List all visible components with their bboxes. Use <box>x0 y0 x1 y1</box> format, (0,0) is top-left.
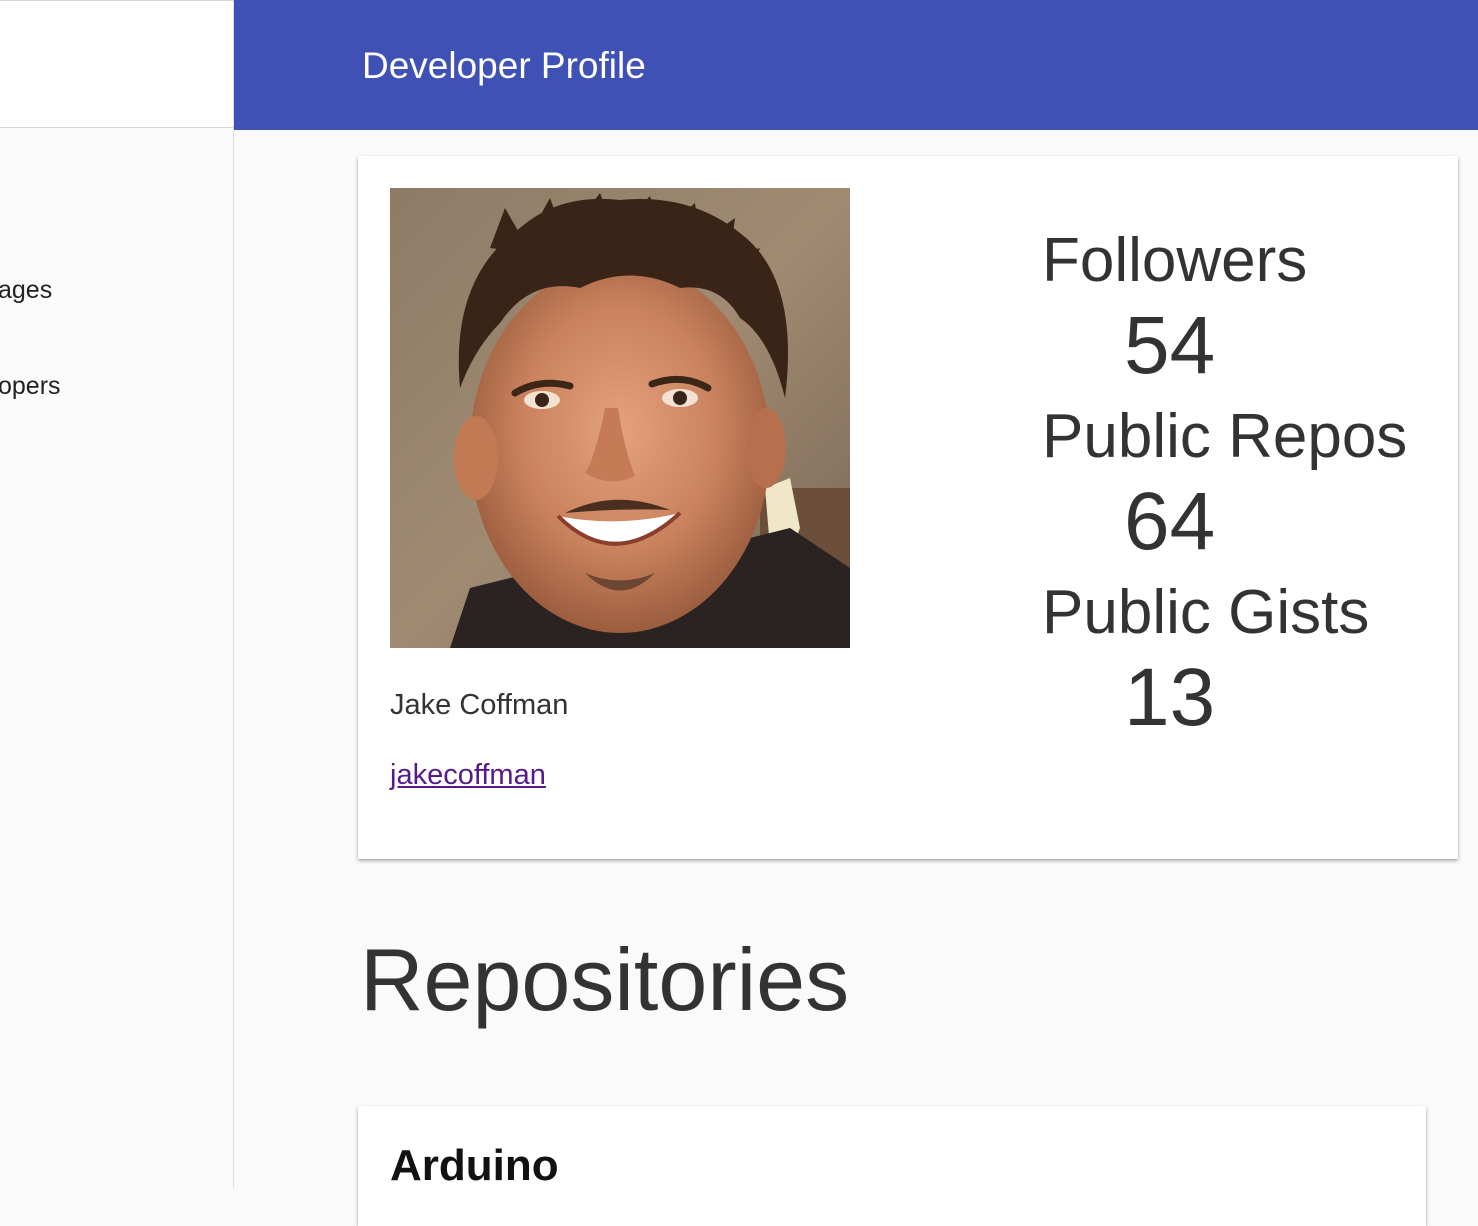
avatar <box>390 188 850 648</box>
sidebar-item-developers[interactable]: opers <box>0 372 61 401</box>
page-title: Developer Profile <box>362 45 646 86</box>
profile-card: Jake Coffman jakecoffman Followers 54 Pu… <box>358 156 1458 859</box>
stat-followers-label: Followers <box>1042 226 1308 295</box>
sidebar-item-packages[interactable]: ages <box>0 276 52 305</box>
developer-login-link[interactable]: jakecoffman <box>390 759 546 792</box>
stat-public-gists-value: 13 <box>1124 652 1216 743</box>
stat-public-repos-label: Public Repos <box>1042 402 1408 471</box>
repo-card[interactable]: Arduino <box>358 1106 1426 1226</box>
sidebar-drawer: ages opers <box>0 0 234 1188</box>
repositories-heading: Repositories <box>360 930 850 1029</box>
stat-public-repos-value: 64 <box>1124 476 1216 567</box>
app-bar: Developer Profile <box>234 0 1478 130</box>
stat-followers-value: 54 <box>1124 300 1216 391</box>
stat-public-gists-label: Public Gists <box>1042 578 1370 647</box>
sidebar-header <box>0 0 233 128</box>
developer-name: Jake Coffman <box>390 689 569 721</box>
repo-name: Arduino <box>390 1141 559 1190</box>
